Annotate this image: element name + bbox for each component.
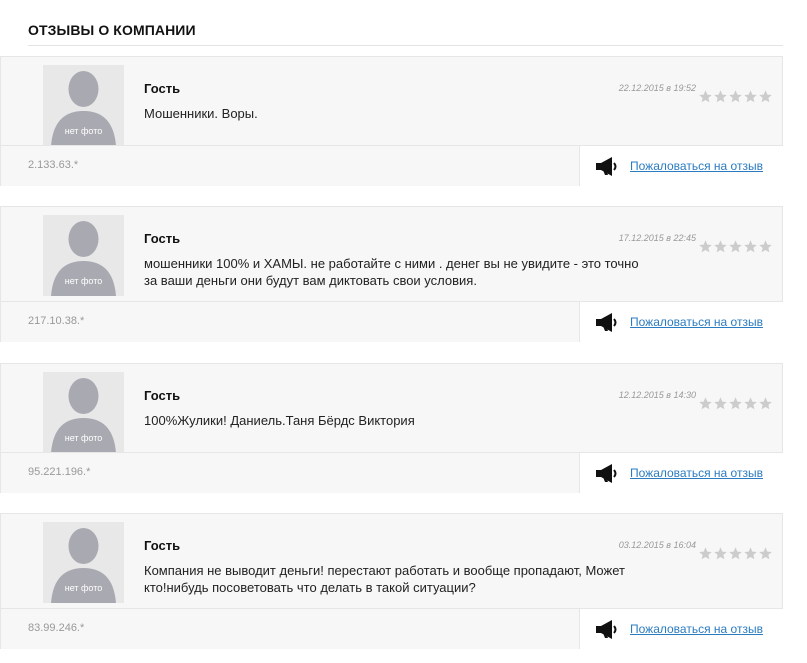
rating-stars <box>698 546 773 561</box>
megaphone-icon[interactable] <box>595 619 620 639</box>
review-text-line: 100%Жулики! Даниель.Таня Бёрдс Виктория <box>144 413 415 428</box>
review-date: 17.12.2015 в 22:45 <box>618 233 696 243</box>
review-footer: 83.99.246.* Пожаловаться на отзыв <box>1 608 784 649</box>
review-text: 100%Жулики! Даниель.Таня Бёрдс Виктория <box>144 412 704 429</box>
review-text: Мошенники. Воры. <box>144 105 704 122</box>
star-icon[interactable] <box>728 396 743 411</box>
star-icon[interactable] <box>728 89 743 104</box>
review-author: Гость <box>144 231 181 246</box>
avatar: нет фото <box>43 522 124 603</box>
review-ip: 217.10.38.* <box>28 315 85 327</box>
section-title: ОТЗЫВЫ О КОМПАНИИ <box>28 22 196 38</box>
avatar-label: нет фото <box>64 126 103 136</box>
review-text: мошенники 100% и ХАМЫ. не работайте с ни… <box>144 255 704 289</box>
review-date: 03.12.2015 в 16:04 <box>618 540 696 550</box>
review-author: Гость <box>144 81 181 96</box>
star-icon[interactable] <box>713 546 728 561</box>
review-footer: 95.221.196.* Пожаловаться на отзыв <box>1 452 784 493</box>
review-text-line: за ваши деньги они будут вам диктовать с… <box>144 273 477 288</box>
review-author: Гость <box>144 388 181 403</box>
review-ip: 2.133.63.* <box>28 159 79 171</box>
review-date: 12.12.2015 в 14:30 <box>618 390 696 400</box>
complain-link[interactable]: Пожаловаться на отзыв <box>630 466 763 480</box>
avatar: нет фото <box>43 372 124 453</box>
star-icon[interactable] <box>698 396 713 411</box>
star-icon[interactable] <box>698 239 713 254</box>
star-icon[interactable] <box>713 89 728 104</box>
star-icon[interactable] <box>758 546 773 561</box>
rating-stars <box>698 396 773 411</box>
avatar-label: нет фото <box>64 276 103 286</box>
avatar: нет фото <box>43 215 124 296</box>
rating-stars <box>698 239 773 254</box>
complain-link[interactable]: Пожаловаться на отзыв <box>630 315 763 329</box>
megaphone-icon[interactable] <box>595 463 620 483</box>
review-card: нет фото Гость 22.12.2015 в 19:52 Мошенники… <box>0 56 784 186</box>
review-text-line: Компания не выводит деньги! перестают ра… <box>144 563 625 578</box>
rating-stars <box>698 89 773 104</box>
star-icon[interactable] <box>758 396 773 411</box>
star-icon[interactable] <box>713 239 728 254</box>
star-icon[interactable] <box>728 239 743 254</box>
star-icon[interactable] <box>698 546 713 561</box>
review-text: Компания не выводит деньги! перестают ра… <box>144 562 704 596</box>
review-card: нет фото Гость 17.12.2015 в 22:45 мошенники… <box>0 206 784 342</box>
star-icon[interactable] <box>698 89 713 104</box>
star-icon[interactable] <box>743 546 758 561</box>
star-icon[interactable] <box>713 396 728 411</box>
complain-link[interactable]: Пожаловаться на отзыв <box>630 622 763 636</box>
complain-box: Пожаловаться на отзыв <box>579 609 784 649</box>
star-icon[interactable] <box>728 546 743 561</box>
review-text-line: кто!нибудь посоветовать что делать в так… <box>144 580 476 595</box>
complain-box: Пожаловаться на отзыв <box>579 453 784 493</box>
avatar-label: нет фото <box>64 433 103 443</box>
review-footer: 217.10.38.* Пожаловаться на отзыв <box>1 301 784 342</box>
review-ip: 83.99.246.* <box>28 622 85 634</box>
star-icon[interactable] <box>743 89 758 104</box>
review-text-line: Мошенники. Воры. <box>144 106 258 121</box>
star-icon[interactable] <box>743 396 758 411</box>
review-author: Гость <box>144 538 181 553</box>
complain-link[interactable]: Пожаловаться на отзыв <box>630 159 763 173</box>
review-card: нет фото Гость 12.12.2015 в 14:30 100%Жулик… <box>0 363 784 493</box>
review-card: нет фото Гость 03.12.2015 в 16:04 Компания … <box>0 513 784 649</box>
complain-box: Пожаловаться на отзыв <box>579 302 784 342</box>
star-icon[interactable] <box>758 239 773 254</box>
avatar-label: нет фото <box>64 583 103 593</box>
star-icon[interactable] <box>758 89 773 104</box>
review-ip: 95.221.196.* <box>28 466 91 478</box>
section-divider <box>28 45 783 46</box>
review-footer: 2.133.63.* Пожаловаться на отзыв <box>1 145 784 186</box>
star-icon[interactable] <box>743 239 758 254</box>
complain-box: Пожаловаться на отзыв <box>579 146 784 186</box>
megaphone-icon[interactable] <box>595 312 620 332</box>
review-date: 22.12.2015 в 19:52 <box>618 83 696 93</box>
megaphone-icon[interactable] <box>595 156 620 176</box>
avatar: нет фото <box>43 65 124 146</box>
review-text-line: мошенники 100% и ХАМЫ. не работайте с ни… <box>144 256 639 271</box>
